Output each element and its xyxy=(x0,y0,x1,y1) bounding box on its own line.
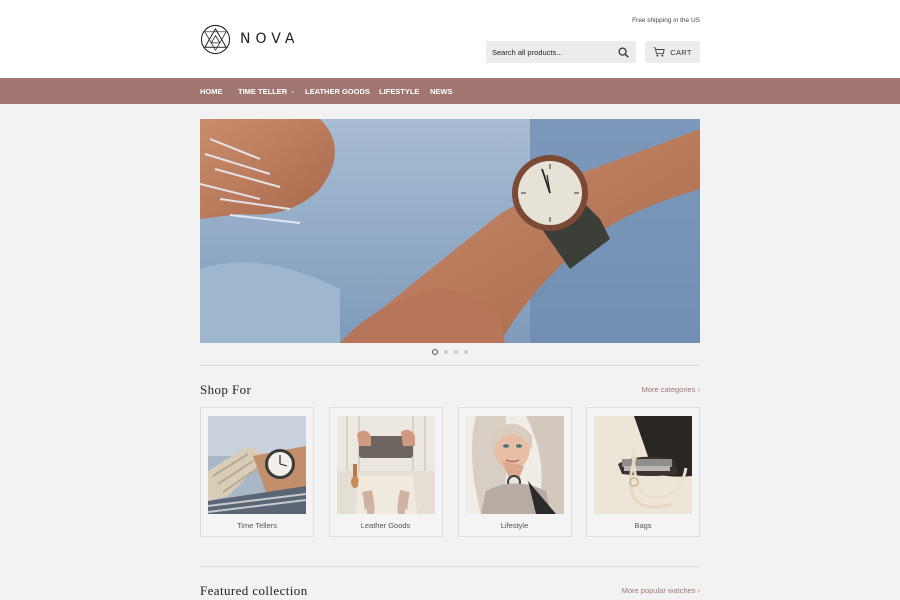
nav-item-time-teller[interactable]: TIME TELLER ⌄ xyxy=(238,87,295,96)
search-input[interactable] xyxy=(492,47,612,57)
category-label: Leather Goods xyxy=(360,521,411,530)
cart-button[interactable]: CART xyxy=(645,41,700,63)
nav-item-label: LEATHER GOODS xyxy=(305,87,370,96)
nav-item-leather-goods[interactable]: LEATHER GOODS xyxy=(305,87,370,96)
nav-item-label: HOME xyxy=(200,87,223,96)
category-card-bags[interactable]: Bags xyxy=(586,407,700,537)
wrist-watch-photo xyxy=(200,119,700,343)
category-image xyxy=(465,416,564,514)
featured-collection-heading: Featured collection xyxy=(200,583,308,598)
category-card-leather-goods[interactable]: Leather Goods xyxy=(328,407,443,537)
slide-dot[interactable] xyxy=(444,350,448,354)
category-image xyxy=(208,416,306,514)
site-header: NOVA Free shipping in the US CART xyxy=(0,0,900,78)
category-cards: Time Tellers Leather Goods Lifestyle Bag… xyxy=(200,407,700,537)
search-icon[interactable] xyxy=(618,47,629,58)
nav-item-label: NEWS xyxy=(430,87,453,96)
category-image xyxy=(336,416,435,514)
search-box[interactable] xyxy=(486,41,636,63)
category-label: Lifestyle xyxy=(500,521,529,530)
nav-item-home[interactable]: HOME xyxy=(200,87,223,96)
divider xyxy=(200,566,700,567)
nav-item-lifestyle[interactable]: LIFESTYLE xyxy=(379,87,419,96)
nav-item-label: LIFESTYLE xyxy=(379,87,420,96)
nav-item-news[interactable]: NEWS xyxy=(430,87,453,96)
more-popular-watches-link[interactable]: More popular watches › xyxy=(622,586,700,595)
nav-item-label: TIME TELLER xyxy=(238,87,288,96)
cart-icon xyxy=(653,47,665,57)
shipping-note: Free shipping in the US xyxy=(632,17,700,24)
slide-dot[interactable] xyxy=(464,350,468,354)
category-image xyxy=(594,416,692,514)
brand-logo[interactable]: NOVA xyxy=(200,23,300,55)
slideshow-dots xyxy=(432,349,474,355)
brand-name: NOVA xyxy=(240,31,300,47)
slide-dot[interactable] xyxy=(432,349,438,355)
cart-label: CART xyxy=(670,47,692,57)
main-nav: HOME TIME TELLER ⌄ LEATHER GOODS LIFESTY… xyxy=(0,78,900,104)
category-label: Time Tellers xyxy=(236,521,277,530)
category-card-time-tellers[interactable]: Time Tellers xyxy=(200,407,314,537)
slide-dot[interactable] xyxy=(454,350,458,354)
triangle-emblem-icon xyxy=(200,24,231,54)
divider xyxy=(200,365,700,366)
category-card-lifestyle[interactable]: Lifestyle xyxy=(457,407,572,537)
hero-slide-image[interactable] xyxy=(200,119,700,343)
category-label: Bags xyxy=(634,521,652,530)
shop-for-heading: Shop For xyxy=(200,382,252,397)
chevron-down-icon: ⌄ xyxy=(290,89,296,95)
more-categories-link[interactable]: More categories › xyxy=(642,385,700,394)
